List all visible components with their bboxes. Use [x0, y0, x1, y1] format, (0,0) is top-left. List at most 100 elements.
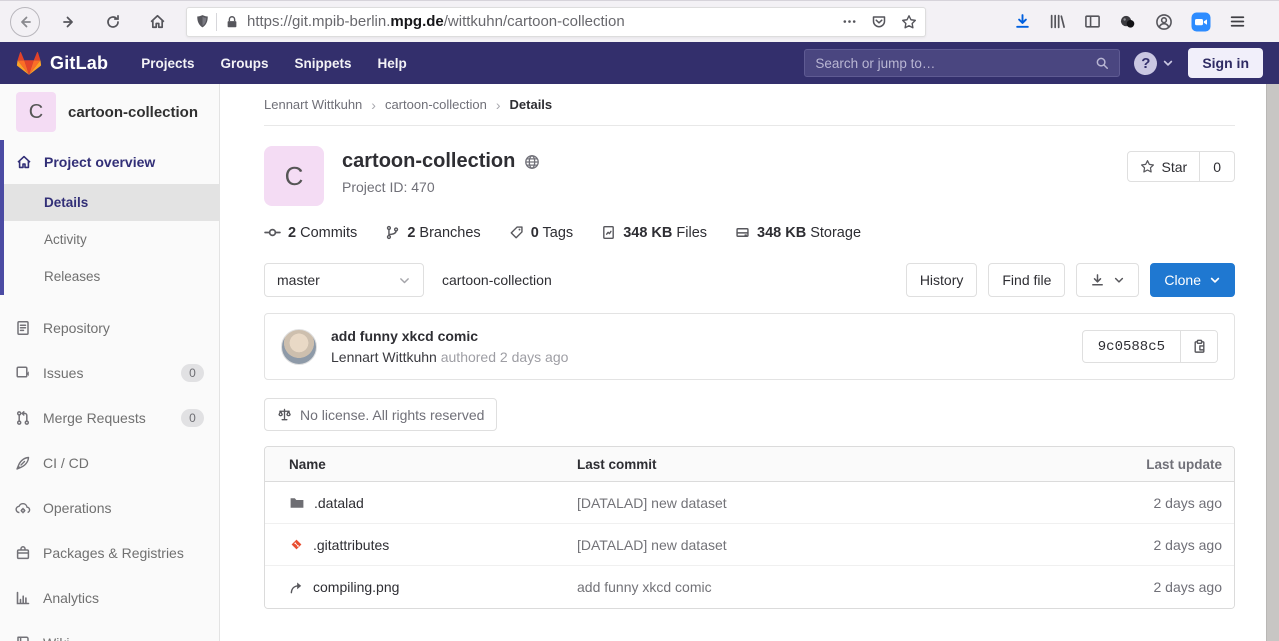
branch-name: master	[277, 272, 320, 288]
history-button[interactable]: History	[906, 263, 978, 297]
symlink-icon	[289, 580, 304, 595]
star-button[interactable]: Star	[1127, 151, 1201, 182]
column-header-name[interactable]: Name	[277, 457, 577, 472]
download-source-button[interactable]	[1076, 263, 1139, 297]
stat-tags[interactable]: 0 Tags	[509, 225, 574, 241]
sidebar-item-issues[interactable]: Issues 0	[0, 350, 219, 395]
nav-link-help[interactable]: Help	[367, 50, 418, 77]
stat-files[interactable]: 348 KB Files	[601, 225, 707, 241]
sidebar-item-packages[interactable]: Packages & Registries	[0, 530, 219, 575]
sidebar-project-header[interactable]: C cartoon-collection	[0, 84, 219, 140]
help-dropdown[interactable]: ?	[1134, 52, 1174, 75]
breadcrumb-owner[interactable]: Lennart Wittkuhn	[264, 97, 362, 112]
stat-storage[interactable]: 348 KB Storage	[735, 225, 861, 241]
folder-icon	[289, 495, 305, 511]
sidebar-item-project-overview[interactable]: Project overview	[4, 140, 219, 184]
sidebar-item-label: Merge Requests	[43, 410, 146, 426]
sidebar-item-label: Wiki	[43, 635, 69, 641]
dots-icon[interactable]	[842, 14, 857, 29]
find-file-button[interactable]: Find file	[988, 263, 1065, 297]
file-link[interactable]: .datalad	[277, 495, 577, 511]
bookmark-star-icon[interactable]	[901, 14, 917, 30]
commit-message[interactable]: add funny xkcd comic	[331, 328, 568, 344]
browser-window: https://git.mpib-berlin.mpg.de/wittkuhn/…	[0, 0, 1279, 641]
reload-button[interactable]	[98, 7, 128, 37]
search-box[interactable]	[804, 49, 1120, 77]
url-bar[interactable]: https://git.mpib-berlin.mpg.de/wittkuhn/…	[186, 7, 926, 37]
issues-count-badge: 0	[181, 364, 204, 382]
url-text[interactable]: https://git.mpib-berlin.mpg.de/wittkuhn/…	[247, 13, 834, 30]
gitlab-brand[interactable]: GitLab	[16, 51, 108, 76]
stat-label: Branches	[419, 225, 480, 241]
gitlab-navbar: GitLab Projects Groups Snippets Help ? S…	[0, 42, 1279, 84]
globe-icon	[524, 154, 540, 170]
stat-value: 348 KB	[623, 225, 672, 241]
browser-nav-buttons	[10, 7, 172, 37]
file-updated: 2 days ago	[1072, 495, 1222, 511]
sidebar-item-cicd[interactable]: CI / CD	[0, 440, 219, 485]
nav-link-groups[interactable]: Groups	[209, 50, 279, 77]
file-link[interactable]: compiling.png	[277, 579, 577, 595]
license-button[interactable]: No license. All rights reserved	[264, 398, 497, 431]
page-actions	[842, 14, 917, 30]
tanuki-logo-icon	[16, 51, 42, 76]
copy-sha-button[interactable]	[1180, 331, 1217, 362]
tree-path[interactable]: cartoon-collection	[442, 272, 552, 288]
sidebar-item-details[interactable]: Details	[4, 184, 219, 221]
account-icon[interactable]	[1155, 13, 1173, 31]
sidebar-toggle-icon[interactable]	[1084, 13, 1101, 30]
hamburger-icon[interactable]	[1229, 13, 1246, 30]
star-count[interactable]: 0	[1200, 151, 1235, 182]
commit-author[interactable]: Lennart Wittkuhn	[331, 349, 437, 365]
pocket-icon[interactable]	[871, 14, 887, 30]
chevron-down-icon	[1113, 274, 1125, 286]
file-commit-link[interactable]: [DATALAD] new dataset	[577, 495, 1072, 511]
tree-buttons: History Find file Clone	[906, 263, 1235, 297]
column-header-last-update[interactable]: Last update	[1072, 457, 1222, 472]
page-scrollbar[interactable]	[1266, 84, 1279, 641]
back-button[interactable]	[10, 7, 40, 37]
zoom-app-icon[interactable]	[1191, 12, 1211, 32]
sidebar-item-wiki[interactable]: Wiki	[0, 620, 219, 641]
download-icon[interactable]	[1014, 13, 1031, 30]
stat-value: 348 KB	[757, 225, 806, 241]
sidebar-item-merge-requests[interactable]: Merge Requests 0	[0, 395, 219, 440]
file-table-header: Name Last commit Last update	[265, 447, 1234, 482]
breadcrumb-project[interactable]: cartoon-collection	[385, 97, 487, 112]
branch-selector[interactable]: master	[264, 263, 424, 297]
sidebar-item-repository[interactable]: Repository	[0, 305, 219, 350]
forward-button[interactable]	[54, 7, 84, 37]
git-diamond-icon	[289, 537, 304, 552]
nav-link-projects[interactable]: Projects	[130, 50, 205, 77]
project-avatar-large: C	[264, 146, 324, 206]
stat-label: Storage	[810, 225, 861, 241]
project-header: C cartoon-collection Project ID: 470 Sta…	[264, 146, 1235, 206]
stat-label: Tags	[543, 225, 574, 241]
search-input[interactable]	[815, 56, 1095, 71]
home-button[interactable]	[142, 7, 172, 37]
file-commit-link[interactable]: [DATALAD] new dataset	[577, 537, 1072, 553]
library-icon[interactable]	[1049, 13, 1066, 30]
chevron-down-icon	[1209, 274, 1221, 286]
file-commit-link[interactable]: add funny xkcd comic	[577, 579, 1072, 595]
lock-icon[interactable]	[225, 15, 239, 29]
nav-link-snippets[interactable]: Snippets	[284, 50, 363, 77]
sidebar-item-label: Packages & Registries	[43, 545, 184, 561]
clone-button[interactable]: Clone	[1150, 263, 1235, 297]
extension-icon[interactable]	[1119, 13, 1137, 31]
sign-in-button[interactable]: Sign in	[1188, 48, 1263, 78]
file-link[interactable]: .gitattributes	[277, 537, 577, 553]
column-header-last-commit[interactable]: Last commit	[577, 457, 1072, 472]
sidebar-item-activity[interactable]: Activity	[4, 221, 219, 258]
sidebar-item-releases[interactable]: Releases	[4, 258, 219, 295]
stat-commits[interactable]: 2 Commits	[264, 224, 357, 241]
reload-icon	[105, 14, 121, 30]
project-id: Project ID: 470	[342, 179, 540, 195]
stat-branches[interactable]: 2 Branches	[385, 225, 480, 241]
shield-icon[interactable]	[195, 14, 210, 29]
commit-author-avatar[interactable]	[281, 329, 317, 365]
sidebar-item-analytics[interactable]: Analytics	[0, 575, 219, 620]
issues-icon	[15, 365, 31, 381]
sidebar-item-operations[interactable]: Operations	[0, 485, 219, 530]
file-updated: 2 days ago	[1072, 537, 1222, 553]
